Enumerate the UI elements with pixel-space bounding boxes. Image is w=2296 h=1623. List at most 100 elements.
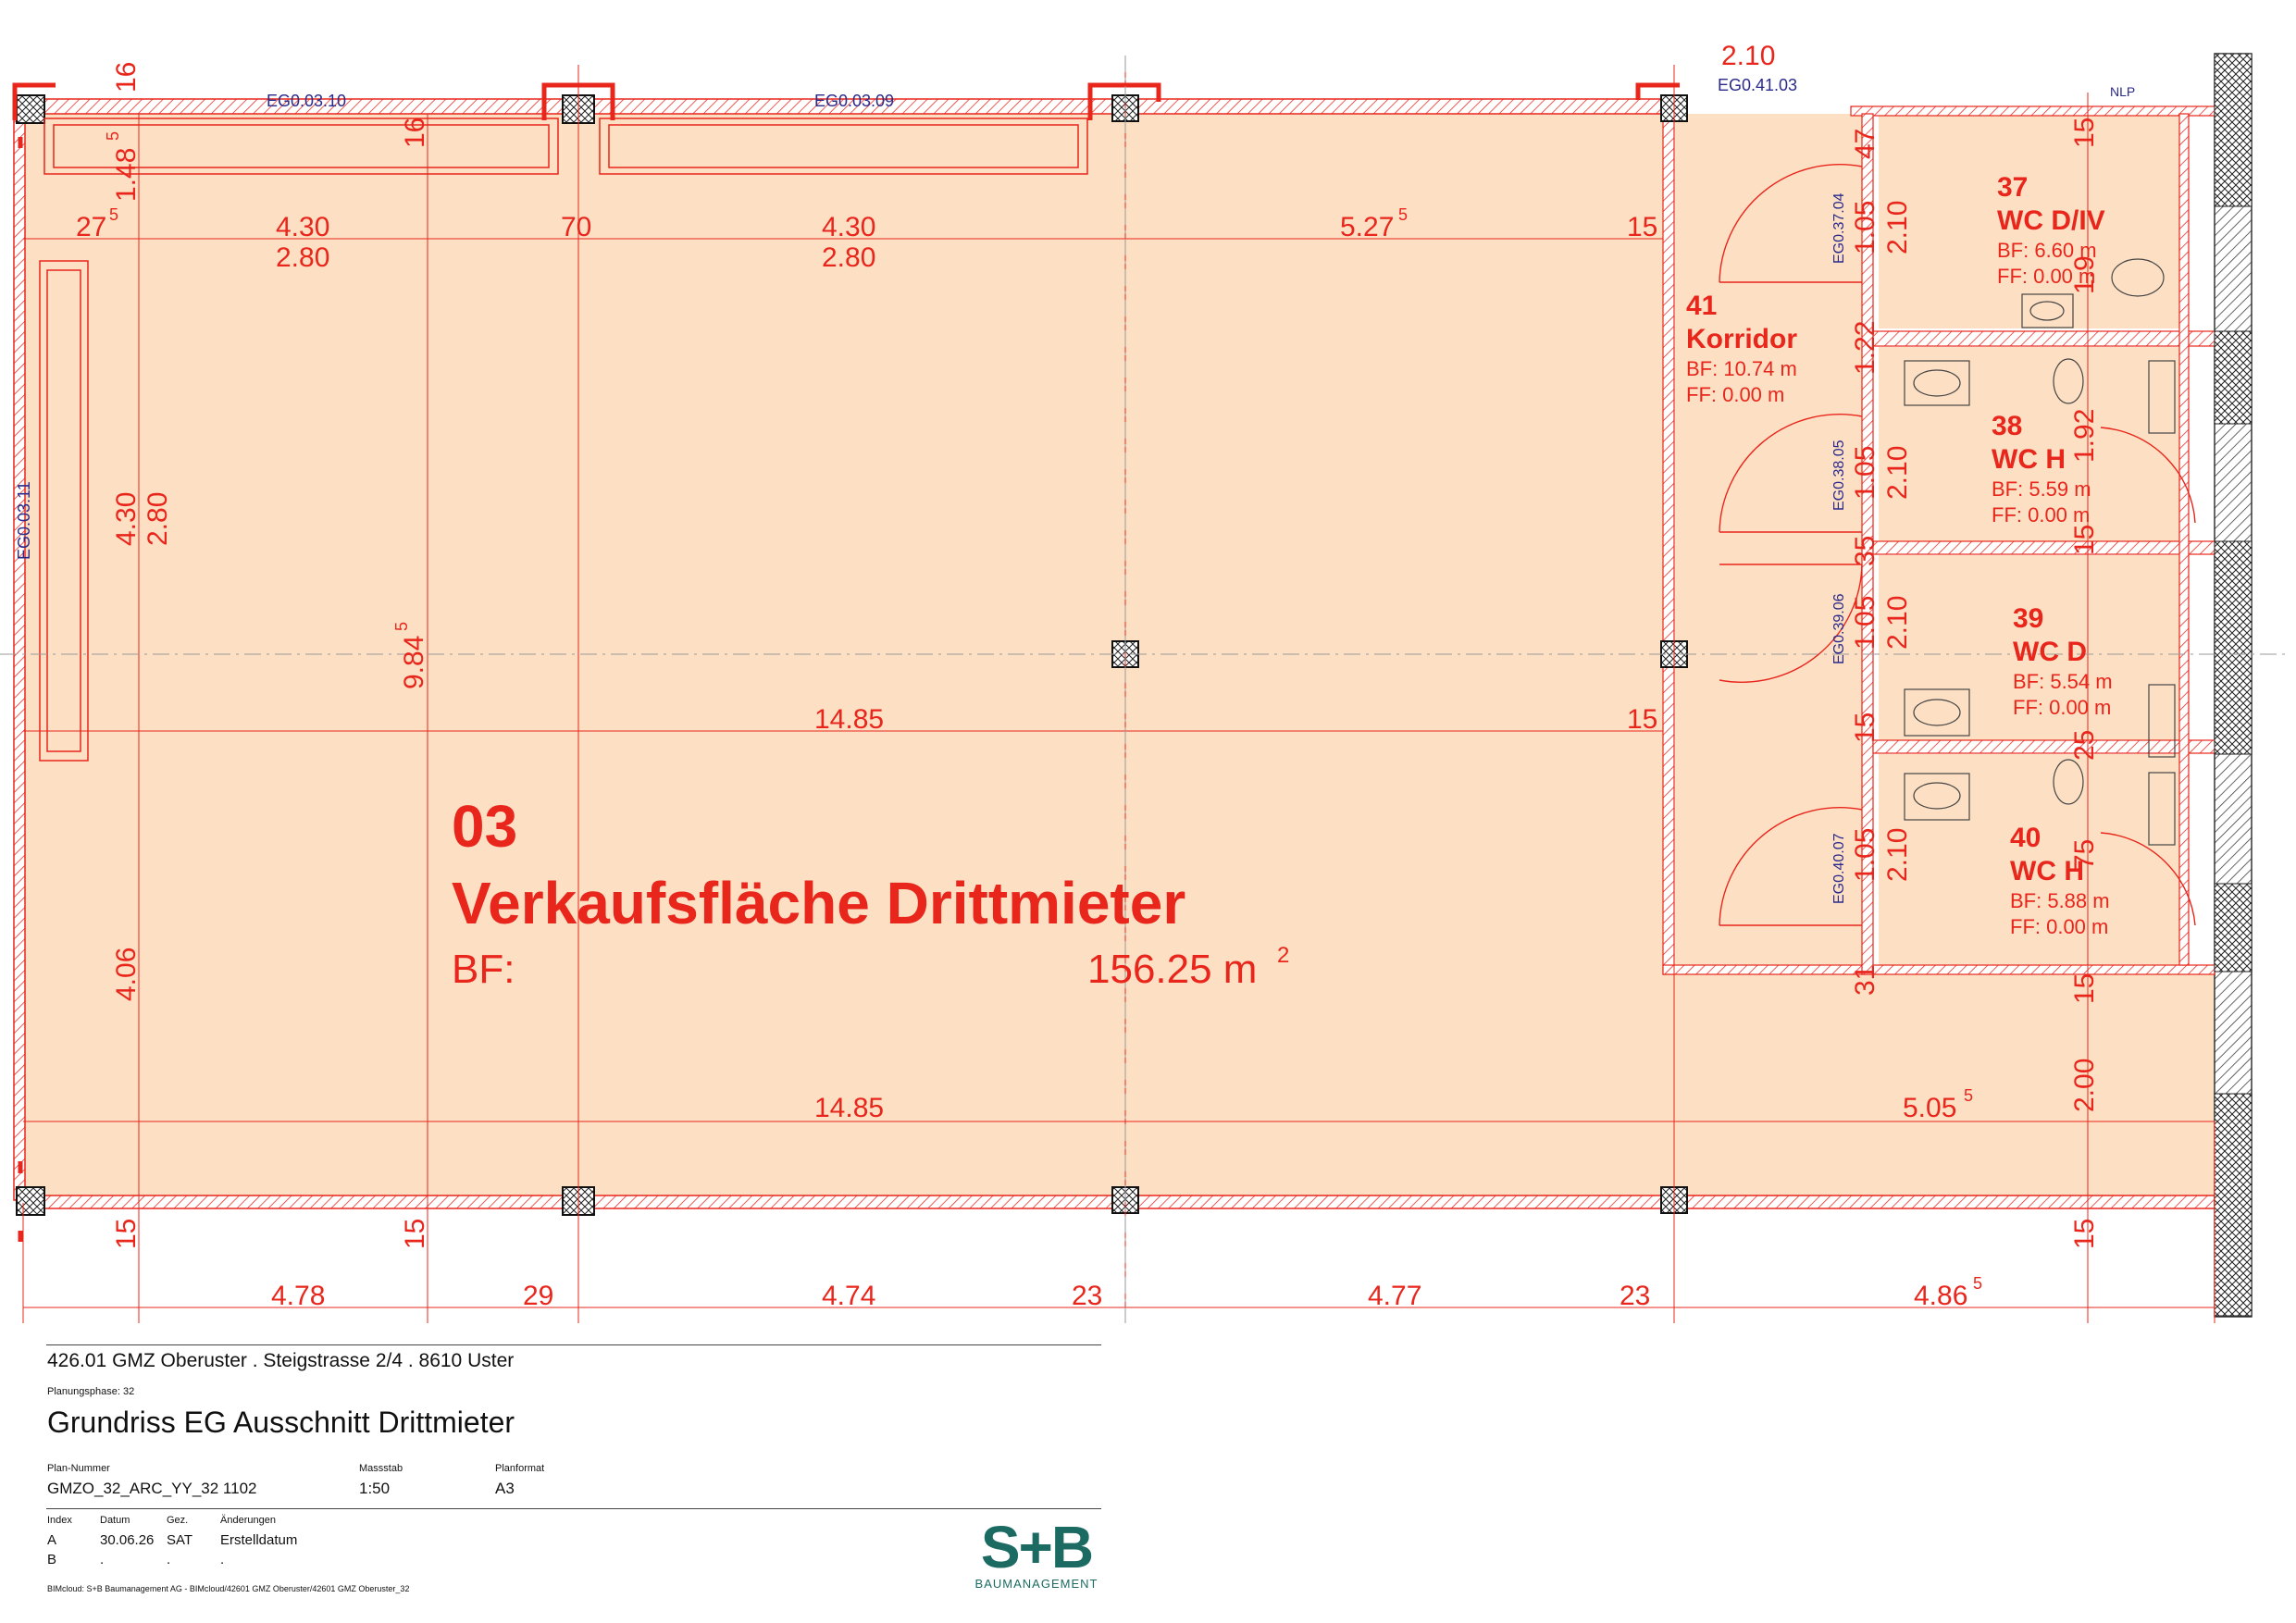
room-name-verkaufsflaeche: Verkaufsfläche Drittmieter: [452, 870, 1185, 936]
facade-block-4: [2214, 883, 2253, 973]
facade-block-3: [2214, 540, 2253, 755]
dim-15-mid: 15: [1627, 704, 1657, 735]
dim-23-a: 23: [1072, 1281, 1102, 1311]
dim-4-30-b: 4.30: [822, 212, 875, 242]
dim-4-74: 4.74: [822, 1281, 875, 1311]
dim-1-05-c: 1.05: [1850, 596, 1880, 650]
rev-a-drawn: SAT: [167, 1532, 193, 1548]
wall-korridor-bottom: [1662, 964, 2215, 975]
dim-2-10-c: 2.10: [1882, 596, 1913, 650]
dim-2-10-b: 2.10: [1882, 446, 1913, 500]
rev-a-change: Erstelldatum: [220, 1532, 298, 1548]
wall-top-wc: [1850, 105, 2215, 117]
room-number-39: 39: [2013, 603, 2043, 634]
room-name-wc-h-38: WC H: [1992, 444, 2066, 475]
window-label-eg0-03-10: EG0.03.10: [267, 92, 346, 110]
planning-phase: Planungsphase: 32: [47, 1386, 135, 1397]
dim-1-22: 1.22: [1850, 321, 1880, 375]
dim-15-wc-d: 15: [2069, 973, 2100, 1004]
window-label-eg0-41-03: EG0.41.03: [1718, 76, 1797, 94]
rev-col-date: Datum: [100, 1515, 130, 1526]
format-value: A3: [495, 1480, 515, 1497]
room-name-wc-h-40: WC H: [2010, 856, 2084, 886]
room-number-41: 41: [1686, 291, 1717, 321]
dim-2-00: 2.00: [2069, 1059, 2100, 1112]
rev-b-drawn: .: [167, 1552, 171, 1567]
dim-4-86-5: 4.86: [1914, 1281, 1967, 1311]
dim-5-05-5: 5.05: [1903, 1093, 1956, 1123]
dim-sup-5b: 5: [1398, 205, 1408, 224]
dimensions-bottom: 4.78 29 4.74 23 4.77 23 4.86 5: [271, 1274, 1982, 1311]
title-divider: [46, 1344, 1101, 1345]
window-label-nlp: NLP: [2110, 84, 2135, 99]
rev-col-index: Index: [47, 1515, 72, 1526]
facade-block-2: [2214, 330, 2253, 425]
room-ff-38: FF: 0.00 m: [1992, 503, 2090, 527]
dim-5-27-5: 5.27: [1340, 212, 1394, 242]
room-area-sup: 2: [1277, 943, 1289, 968]
dim-14-85-a: 14.85: [814, 704, 884, 735]
room-name-wc-d: WC D: [2013, 637, 2087, 667]
rev-b-index: B: [47, 1552, 57, 1567]
room-bf-39: BF: 5.54 m: [2013, 670, 2113, 693]
dim-1-48: 1.48: [111, 148, 142, 202]
room-ff-41: FF: 0.00 m: [1686, 383, 1784, 406]
door-label-eg0-38-05: EG0.38.05: [1831, 440, 1847, 511]
wall-left: [13, 98, 26, 1201]
floor-plan: EG0.03.10 EG0.03.09 EG0.41.03 EG0.03.11 …: [0, 41, 2286, 1323]
dim-15-top: 15: [1627, 212, 1657, 242]
revision-divider: [46, 1508, 1101, 1509]
wall-wc-div2: [1872, 540, 2215, 555]
wall-wc-div3: [1872, 739, 2215, 754]
dim-16-a: 16: [111, 62, 142, 93]
dim-sup-5d: 5: [1964, 1086, 1973, 1105]
dim-2-10-top: 2.10: [1721, 41, 1775, 71]
scale-value: 1:50: [359, 1480, 391, 1497]
dim-31: 31: [1850, 965, 1880, 996]
plan-number-label: Plan-Nummer: [47, 1463, 110, 1474]
wall-korridor-left: [1662, 113, 1675, 975]
dim-27-5: 27: [76, 212, 106, 242]
wall-wc-right: [2178, 113, 2190, 966]
rev-a-date: 30.06.26: [100, 1532, 155, 1548]
rev-col-drawn: Gez.: [167, 1515, 189, 1526]
dim-23-b: 23: [1620, 1281, 1650, 1311]
dim-15-wc-b: 15: [2069, 118, 2100, 148]
logo-sub: BAUMANAGEMENT: [974, 1577, 1098, 1591]
logo-main: S+B: [980, 1514, 1094, 1580]
room-name-wc-div: WC D/IV: [1997, 205, 2105, 236]
rev-a-index: A: [47, 1532, 57, 1548]
room-name-korridor: Korridor: [1686, 324, 1797, 354]
room-bf-37: BF: 6.60 m: [1997, 239, 2097, 262]
room-number-03: 03: [452, 793, 517, 860]
room-bf-41: BF: 10.74 m: [1686, 357, 1797, 380]
dim-4-78: 4.78: [271, 1281, 325, 1311]
dim-4-77: 4.77: [1368, 1281, 1421, 1311]
dim-sup-5f: 5: [104, 131, 122, 141]
dim-47: 47: [1850, 129, 1880, 159]
dim-15-left: 15: [111, 1219, 142, 1249]
dim-4-06: 4.06: [111, 948, 142, 1001]
facade-block-1: [2214, 53, 2253, 207]
room-ff-39: FF: 0.00 m: [2013, 696, 2111, 719]
dim-14-85-b: 14.85: [814, 1093, 884, 1123]
wall-wc-div1: [1872, 330, 2215, 347]
room-area-value: 156.25 m: [1087, 947, 1257, 992]
dim-15-left-b: 15: [400, 1219, 430, 1249]
room-number-40: 40: [2010, 823, 2041, 853]
dim-4-30-v: 4.30: [111, 492, 142, 546]
room-area-label: BF:: [452, 947, 515, 992]
rev-b-date: .: [100, 1552, 105, 1567]
dim-9-84-5: 9.84: [399, 636, 429, 689]
dim-16-b: 16: [400, 118, 430, 148]
dim-sup-5: 5: [109, 205, 118, 224]
dim-2-80-v: 2.80: [143, 492, 173, 546]
facade-block-5: [2214, 1093, 2253, 1317]
dim-15-wc-c: 15: [2069, 525, 2100, 555]
room-number-38: 38: [1992, 411, 2022, 441]
dim-2-80-b: 2.80: [822, 242, 875, 273]
dim-70: 70: [561, 212, 591, 242]
room-bf-40: BF: 5.88 m: [2010, 889, 2110, 912]
dim-2-80-a: 2.80: [276, 242, 329, 273]
dim-4-30-a: 4.30: [276, 212, 329, 242]
